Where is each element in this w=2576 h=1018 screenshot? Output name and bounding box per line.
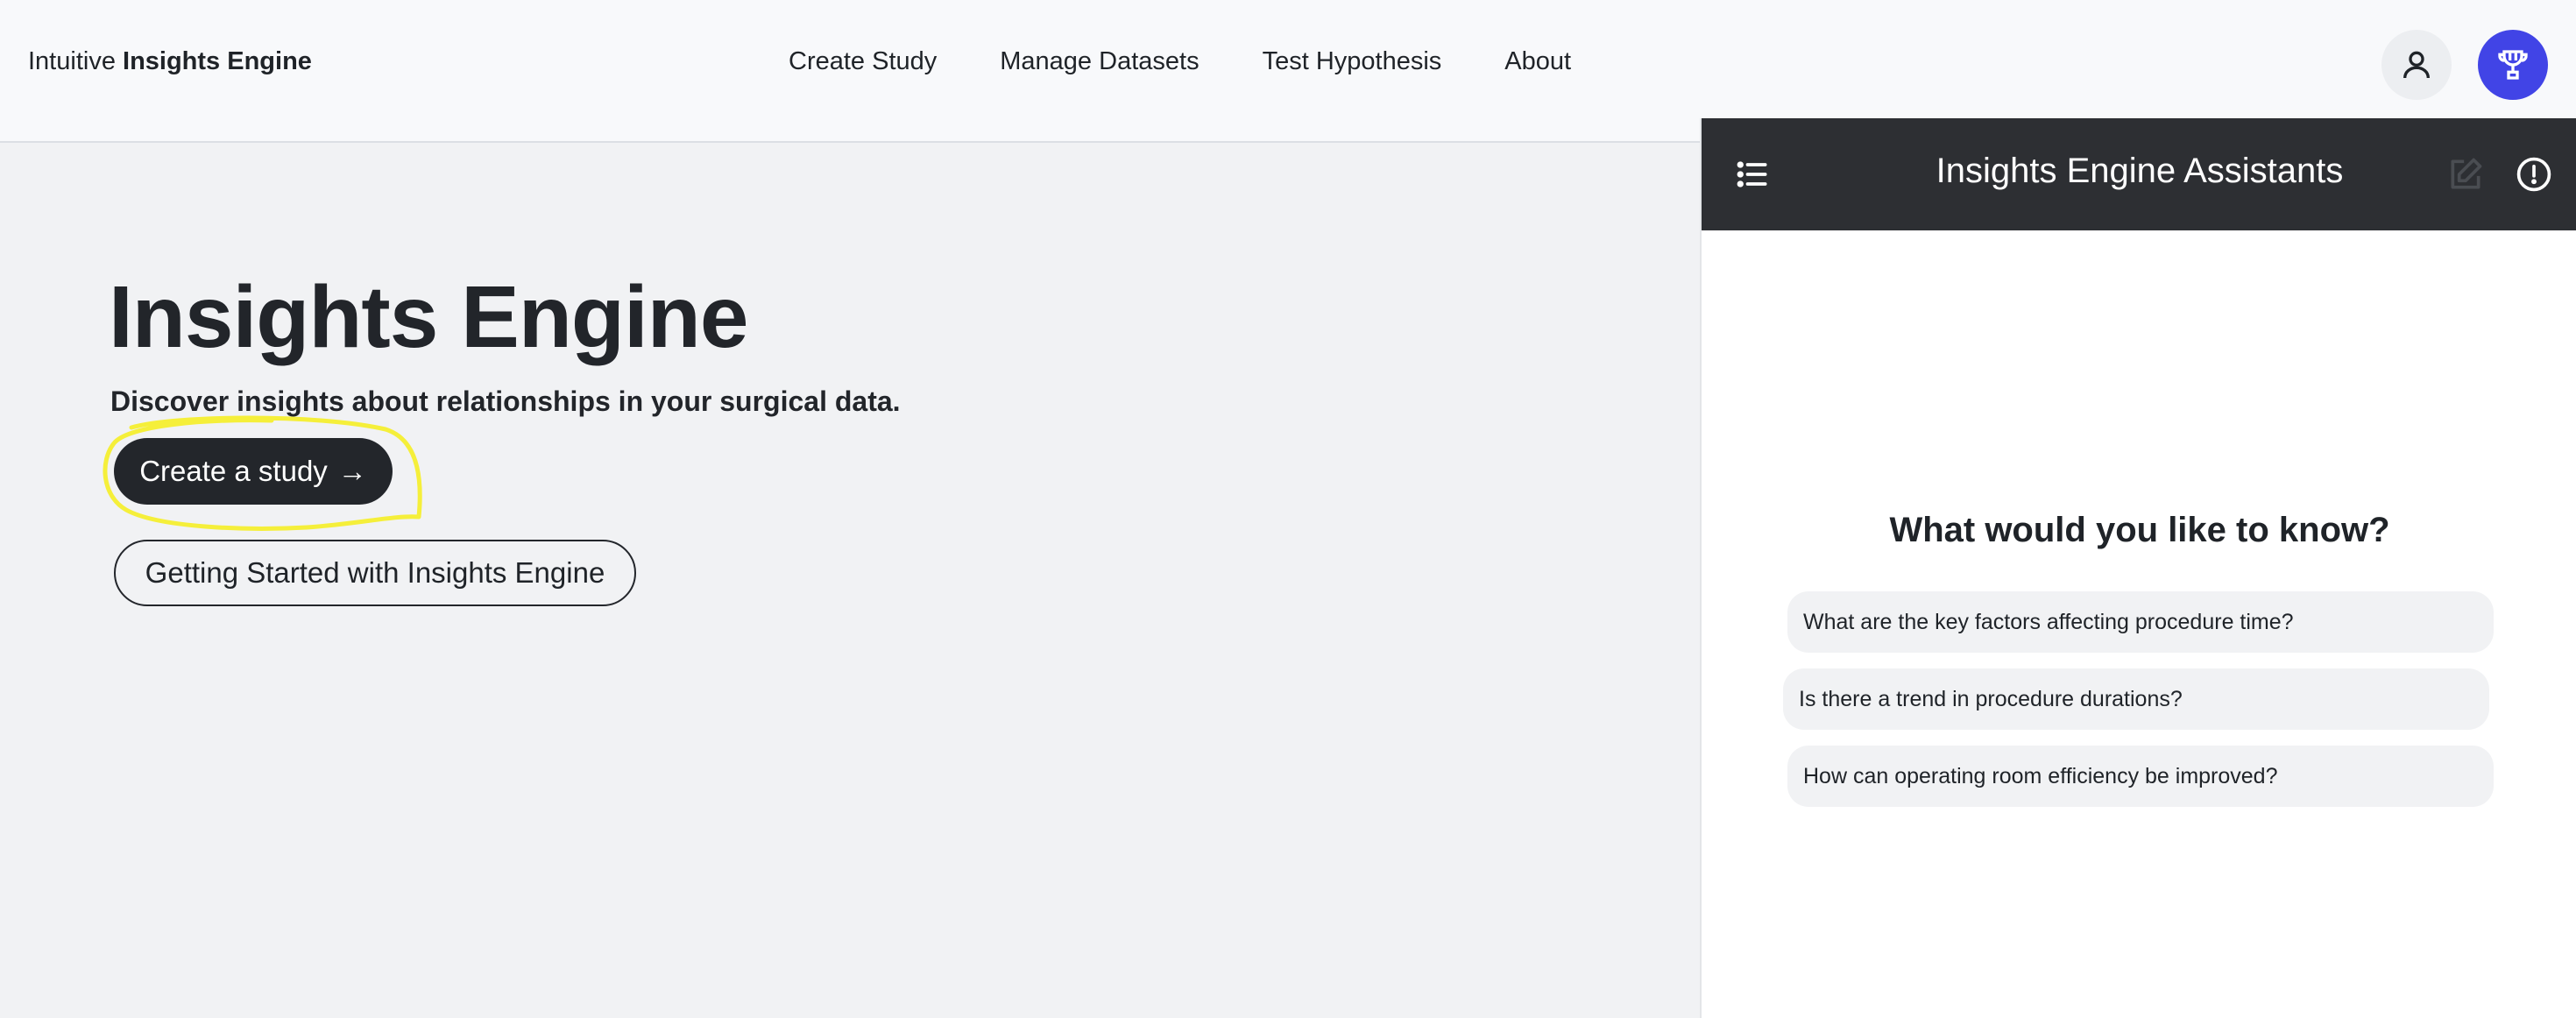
getting-started-button[interactable]: Getting Started with Insights Engine [114,540,636,606]
app-page: Intuitive Insights Engine Create Study M… [0,0,2576,1018]
trophy-button[interactable] [2478,30,2548,100]
create-study-label: Create a study [139,455,328,487]
info-icon[interactable] [2515,155,2553,194]
edit-icon[interactable] [2446,155,2485,194]
brand-name: Insights Engine [123,47,312,75]
suggestion-text: Is there a trend in procedure durations? [1799,686,2183,711]
suggestion-chip[interactable]: What are the key factors affecting proce… [1787,591,2494,653]
assistant-title: Insights Engine Assistants [1936,152,2344,190]
nav-test-hypothesis[interactable]: Test Hypothesis [1263,47,1442,76]
hero-title: Insights Engine [109,268,748,366]
suggestion-chip[interactable]: How can operating room efficiency be imp… [1787,746,2494,807]
arrow-right-icon: → [337,455,367,487]
suggestion-text: How can operating room efficiency be imp… [1803,763,2278,788]
brand-prefix: Intuitive [28,47,116,75]
trophy-icon [2498,50,2528,80]
assistant-prompt: What would you like to know? [1889,511,2390,549]
getting-started-label: Getting Started with Insights Engine [145,556,605,589]
user-account-button[interactable] [2381,30,2452,100]
nav-about[interactable]: About [1504,47,1571,76]
assistant-header: Insights Engine Assistants [1702,118,2576,230]
assistant-panel: Insights Engine Assistants What would yo… [1700,118,2576,1018]
create-study-button[interactable]: Create a study → [114,438,393,505]
nav-create-study[interactable]: Create Study [789,47,937,76]
nav-manage-datasets[interactable]: Manage Datasets [1000,47,1199,76]
main-nav: Create Study Manage Datasets Test Hypoth… [789,47,1571,76]
hero-subtitle: Discover insights about relationships in… [110,385,901,417]
suggestion-text: What are the key factors affecting proce… [1803,609,2294,634]
brand-logo[interactable]: Intuitive Insights Engine [28,47,312,76]
suggestion-chip[interactable]: Is there a trend in procedure durations? [1783,668,2489,730]
user-icon [2403,51,2430,79]
